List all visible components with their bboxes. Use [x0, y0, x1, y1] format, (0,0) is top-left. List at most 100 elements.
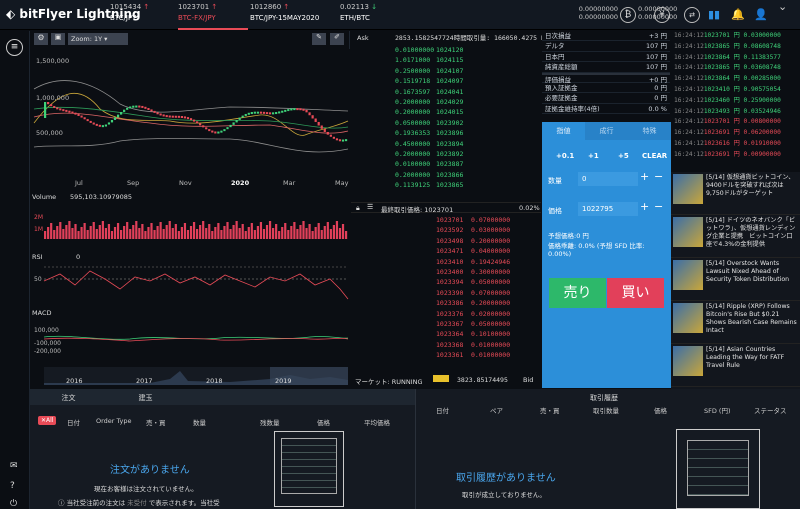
- candle: [71, 111, 74, 114]
- rsi-tick: 50: [34, 276, 42, 283]
- tab-positions[interactable]: 建玉: [107, 393, 184, 403]
- clear-button[interactable]: CLEAR: [642, 152, 667, 160]
- price-chart-canvas[interactable]: 1,500,000 1,000,000 500,000 Jul Sep Nov …: [30, 49, 350, 389]
- ask-row[interactable]: 0.1139125 1023865: [351, 180, 541, 190]
- ask-row[interactable]: 0.0100000 1023887: [351, 159, 541, 169]
- qty-plus-button[interactable]: +: [640, 170, 649, 183]
- ask-row[interactable]: 1.0171000 1024115: [351, 55, 541, 65]
- tab-orders[interactable]: 注文: [30, 393, 107, 403]
- qty-input[interactable]: 0: [578, 172, 638, 186]
- volume-bar: [317, 223, 320, 239]
- news-item[interactable]: [5/14] Asian Countries Leading the Way f…: [671, 344, 800, 387]
- ask-row[interactable]: 0.01000000 1024120: [351, 45, 541, 55]
- volume-bar: [107, 224, 111, 239]
- bid-row[interactable]: 1023592 0.03000000: [351, 225, 541, 235]
- volume-bar: [74, 224, 77, 239]
- ask-row[interactable]: 0.1673597 1024041: [351, 87, 541, 97]
- volume-bar: [65, 225, 68, 239]
- bid-row[interactable]: 1023361 0.01000000: [351, 350, 541, 360]
- step-1-button[interactable]: +1: [588, 152, 599, 160]
- user-icon[interactable]: 👤: [754, 8, 768, 21]
- bid-row[interactable]: 1023367 0.05000000: [351, 319, 541, 329]
- help-icon[interactable]: ?: [10, 481, 15, 491]
- account-row: 日本円 107 円: [542, 52, 670, 63]
- candle: [180, 116, 183, 119]
- ticker-btc-fx-jpy[interactable]: 1023701 ↑ BTC-FX/JPY: [178, 3, 248, 30]
- ask-row[interactable]: 0.1519718 1024097: [351, 76, 541, 86]
- price-deviation: 価格乖離: 0.0% (予想 SFD 比率:: [548, 242, 645, 250]
- chart-icon[interactable]: ▮▮: [708, 8, 720, 21]
- qty-minus-button[interactable]: −: [654, 170, 663, 183]
- currency-exchange-icon[interactable]: ⇄: [684, 7, 700, 23]
- ask-row[interactable]: 0.1936353 1023896: [351, 128, 541, 138]
- edit-icon[interactable]: ✐: [330, 33, 344, 45]
- sell-button[interactable]: 売り: [549, 278, 606, 308]
- bid-row[interactable]: 1023390 0.07000000: [351, 288, 541, 298]
- tab-limit[interactable]: 指値: [542, 122, 585, 140]
- volume-bar: [183, 223, 187, 239]
- ask-row[interactable]: 0.4500000 1023894: [351, 139, 541, 149]
- qty-label: 数量: [548, 177, 562, 185]
- menu-icon[interactable]: ≡: [6, 39, 23, 56]
- ask-row[interactable]: 0.2000000 1024015: [351, 107, 541, 117]
- ask-label: Ask: [357, 34, 369, 42]
- bid-row[interactable]: 1023498 0.20000000: [351, 236, 541, 246]
- news-item[interactable]: [5/14] ドイツのネオバンク「ビットワラ」、仮想通貨レンディング企業と提携 …: [671, 215, 800, 258]
- candle: [305, 109, 308, 113]
- bid-row[interactable]: 1023364 0.10100000: [351, 329, 541, 339]
- step-5-button[interactable]: +5: [618, 152, 629, 160]
- price-plus-button[interactable]: +: [640, 200, 649, 213]
- bitcoin-icon: ₿: [620, 7, 636, 23]
- image-icon[interactable]: ▣: [51, 33, 65, 45]
- buy-button[interactable]: 買い: [607, 278, 664, 308]
- price-label: 価格: [548, 207, 562, 215]
- price-minus-button[interactable]: −: [654, 200, 663, 213]
- empty-orders-title: 注文がありません: [110, 465, 190, 476]
- mail-icon[interactable]: ✉: [10, 461, 18, 471]
- ask-row[interactable]: 0.2000000 1023892: [351, 149, 541, 159]
- hcol-sfd: SFD (円): [704, 407, 731, 415]
- chevron-down-icon[interactable]: ⌄: [778, 0, 787, 13]
- step-0-1-button[interactable]: +0.1: [556, 152, 574, 160]
- volume-bar: [138, 228, 141, 239]
- trade-row: 16:24:121023691 円 0.06200000: [674, 129, 781, 137]
- y-tick: 500,000: [36, 129, 63, 137]
- ticker-btc-jpy-futures[interactable]: 1012860 ↑ BTC/JPY-15MAY2020: [250, 3, 340, 30]
- news-item[interactable]: [5/14] Ripple (XRP) Follows Bitcoin's Ri…: [671, 301, 800, 344]
- news-item[interactable]: [5/14] 仮想通貨ビットコイン、9400ドルを突破すれば次は9,750ドルが…: [671, 172, 800, 215]
- x-tick: 2020: [231, 179, 250, 187]
- zoom-select[interactable]: Zoom: 1Y ▾: [68, 33, 128, 45]
- volume-bar: [159, 222, 162, 239]
- ticker-eth-btc[interactable]: 0.02113 ↓ ETH/BTC: [340, 3, 410, 30]
- bid-row[interactable]: 1023394 0.05000000: [351, 277, 541, 287]
- bid-row[interactable]: 1023400 0.30000000: [351, 267, 541, 277]
- bid-row[interactable]: 1023368 0.01000000: [351, 340, 541, 350]
- price-input[interactable]: 1022795: [578, 202, 638, 216]
- volume-bar: [214, 227, 217, 239]
- candle: [341, 139, 345, 142]
- ask-row[interactable]: 0.0500000 1023902: [351, 118, 541, 128]
- ticker-btc-jpy[interactable]: 1015434 ↑ BTC/JPY: [110, 3, 180, 30]
- news-item[interactable]: [5/14] Overstock Wants Lawsuit Nixed Ahe…: [671, 258, 800, 301]
- bid-row[interactable]: 1023471 0.04000000: [351, 246, 541, 256]
- candle: [275, 112, 278, 115]
- settings-icon[interactable]: ⚙: [34, 33, 48, 45]
- bid-row[interactable]: 1023386 0.20000000: [351, 298, 541, 308]
- candle: [92, 122, 95, 125]
- power-icon[interactable]: ⏻: [10, 499, 17, 509]
- ask-row[interactable]: 0.2000000 1024029: [351, 97, 541, 107]
- bid-row[interactable]: 1023376 0.02000000: [351, 309, 541, 319]
- volume-bar: [189, 226, 193, 239]
- trade-row: 16:24:121023864 円 0.11383577: [674, 53, 781, 61]
- bid-row[interactable]: 1023701 0.07000000: [351, 215, 541, 225]
- ask-row[interactable]: 0.2000000 1023866: [351, 170, 541, 180]
- pencil-icon[interactable]: ✎: [312, 33, 326, 45]
- all-badge[interactable]: ✕All: [38, 416, 57, 425]
- tab-market[interactable]: 成行: [585, 122, 628, 140]
- ask-row[interactable]: 0.2500000 1024107: [351, 66, 541, 76]
- bell-icon[interactable]: 🔔: [731, 8, 745, 21]
- candle: [244, 113, 247, 116]
- bid-row[interactable]: 1023410 0.19424946: [351, 257, 541, 267]
- candle: [338, 139, 342, 142]
- tab-special[interactable]: 特殊: [628, 122, 671, 140]
